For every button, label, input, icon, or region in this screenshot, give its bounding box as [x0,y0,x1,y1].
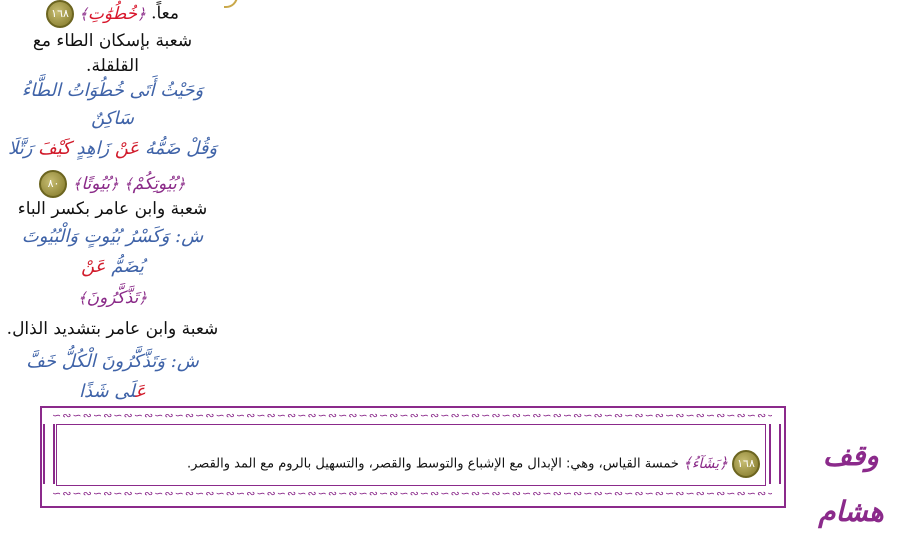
decorative-border-bottom: ∽∾∽∾∽∾∽∾∽∾∽∾∽∾∽∾∽∾∽∾∽∾∽∾∽∾∽∾∽∾∽∾∽∾∽∾∽∾∽∾… [52,488,772,500]
quran-word-yashau: ﴿يَشَآءُ﴾ [683,453,728,472]
highlight-an: عَنْ [114,138,140,159]
verse-number-badge: ١٦٨ [732,450,760,478]
verse-line-yudammu: يُضَمُّ عَنْ [81,256,144,277]
verse-line-wa-qul: وَقُلْ ضَمُّهُ عَنْ زَاهِدٍ كَيْفَ رَتَّ… [7,138,218,159]
quran-word-tadhakkarun: ﴿تَذَّكَّرُونَ﴾ [77,288,148,308]
highlight-ain: عَ [135,381,146,402]
verse-line-kasr-buyut: ش: وَكَسْرُ بُيُوتٍ وَالْبُيُوتَ [21,226,204,247]
quran-word-buyutan: ﴿بُيُوتًا﴾ [72,173,119,194]
highlight-an: عَنْ [81,256,106,277]
verse-line-ala-shadha: عَلَى شَذًا [79,381,146,402]
line-buyut: ﴿بُيُوتِكُمْ﴾ ﴿بُيُوتًا﴾ ٨٠ [0,170,225,198]
box-body-text: خمسة القياس، وهي: الإبدال مع الإشباع وال… [187,456,679,472]
verse-number-badge: ٨٠ [39,170,68,198]
decorative-border-top: ∽∾∽∾∽∾∽∾∽∾∽∾∽∾∽∾∽∾∽∾∽∾∽∾∽∾∽∾∽∾∽∾∽∾∽∾∽∾∽∾… [52,410,772,422]
verse-line-haythu: وَحَيْثُ أَتَى خُطُوَاتُ الطَّاءُ [21,80,204,101]
line-shuba-kasr: شعبة وابن عامر بكسر الباء [17,199,208,219]
quran-word-khutuwat: ﴿خُطُوَٰتِ﴾ [79,3,146,24]
decorative-side-left [43,424,55,484]
hisham-waqf-box: ∽∾∽∾∽∾∽∾∽∾∽∾∽∾∽∾∽∾∽∾∽∾∽∾∽∾∽∾∽∾∽∾∽∾∽∾∽∾∽∾… [40,404,911,528]
decorative-side-right [769,424,781,484]
main-text-column: معاً. ﴿خُطُوَٰتِ﴾ ١٦٨ شعبة بإسكان الطاء … [0,0,238,408]
line-shuba-iskan: شعبة بإسكان الطاء مع [32,31,193,51]
line-khutuwat: معاً. ﴿خُطُوَٰتِ﴾ ١٦٨ [0,0,225,28]
ornament-swirl [224,0,238,8]
quran-word-buyutikum: ﴿بُيُوتِكُمْ﴾ [123,173,186,194]
line-shuba-tashdid: شعبة وابن عامر بتشديد الذال. [6,319,219,339]
verse-number-badge: ١٦٨ [46,0,75,28]
line-text: معاً. [151,3,179,24]
verse-line-sakin: سَاكِنٌ [91,108,134,129]
line-tadhakkarun: ﴿تَذَّكَّرُونَ﴾ [0,288,225,308]
line-qalqala: القلقلة. [86,56,139,76]
box-title: وقف هشام [818,439,884,528]
highlight-kayfa: كَيْفَ [38,138,71,159]
verse-line-tadhakkarun-kull: ش: وَتَذَّكَّرُونَ الْكُلُّ خَفَّ [26,351,199,372]
box-body-line: ١٦٨ ﴿يَشَآءُ﴾ خمسة القياس، وهي: الإبدال … [60,450,760,478]
